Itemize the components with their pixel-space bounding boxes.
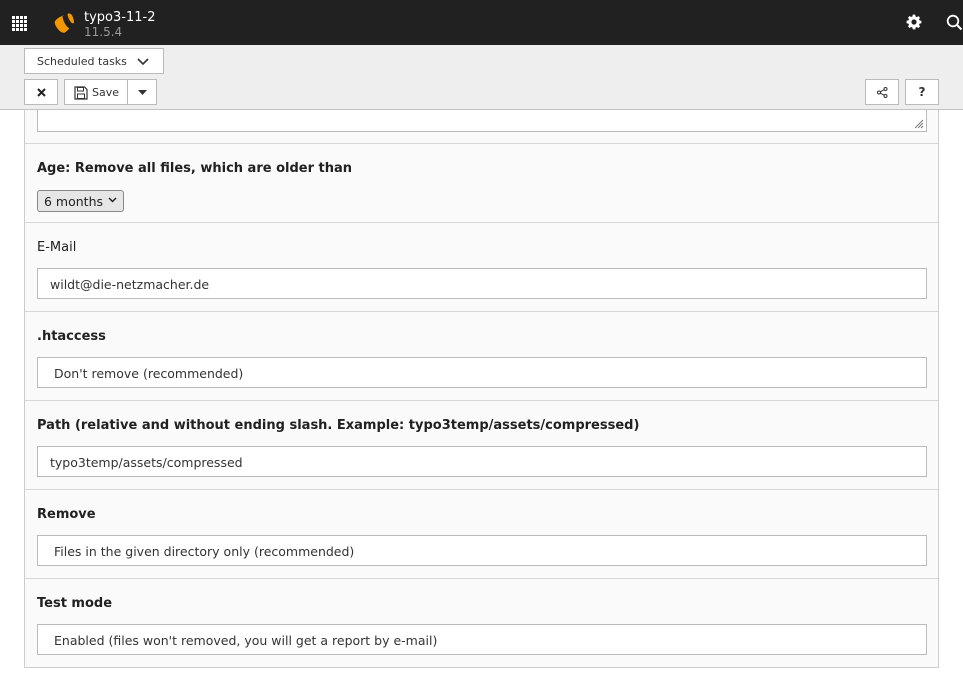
save-options-dropdown[interactable] — [127, 79, 157, 105]
remove-section: Remove Files in the given directory only… — [25, 489, 938, 578]
path-section: Path (relative and without ending slash.… — [25, 400, 938, 489]
age-select[interactable]: 6 months — [37, 190, 124, 212]
age-label: Age: Remove all files, which are older t… — [37, 161, 353, 176]
htaccess-select[interactable]: Don't remove (recommended) — [37, 357, 927, 388]
email-label: E-Mail — [37, 240, 77, 255]
form-content: Age: Remove all files, which are older t… — [24, 110, 939, 668]
share-button[interactable] — [865, 79, 899, 105]
save-label: Save — [92, 86, 120, 99]
site-name[interactable]: typo3-11-2 — [84, 10, 155, 25]
age-select-value: 6 months — [44, 194, 104, 209]
htaccess-section: .htaccess Don't remove (recommended) — [25, 311, 938, 400]
path-field[interactable]: typo3temp/assets/compressed — [37, 446, 927, 477]
module-menu-value: Scheduled tasks — [37, 55, 127, 68]
close-button[interactable] — [24, 79, 58, 105]
close-icon — [37, 88, 46, 97]
htaccess-label: .htaccess — [37, 329, 106, 344]
textarea-section — [25, 110, 938, 144]
path-label: Path (relative and without ending slash.… — [37, 418, 640, 433]
remove-select[interactable]: Files in the given directory only (recom… — [37, 535, 927, 566]
age-section: Age: Remove all files, which are older t… — [25, 143, 938, 222]
testmode-select[interactable]: Enabled (files won't removed, you will g… — [37, 624, 927, 655]
email-section: E-Mail wildt@die-netzmacher.de — [25, 222, 938, 311]
typo3-logo-icon[interactable] — [52, 11, 76, 39]
gear-icon[interactable] — [905, 13, 923, 35]
help-button[interactable]: ? — [905, 79, 939, 105]
save-icon — [74, 86, 88, 100]
site-version: 11.5.4 — [84, 25, 123, 39]
search-icon[interactable] — [946, 14, 963, 35]
textarea-field[interactable] — [37, 110, 927, 132]
module-menu-select[interactable]: Scheduled tasks — [24, 48, 164, 74]
remove-label: Remove — [37, 507, 96, 522]
resize-handle-icon[interactable] — [914, 119, 924, 129]
share-icon — [877, 87, 888, 98]
chevron-down-icon — [108, 197, 117, 203]
apps-grid-icon[interactable] — [12, 16, 27, 31]
testmode-section: Test mode Enabled (files won't removed, … — [25, 578, 938, 667]
top-bar: typo3-11-2 11.5.4 — [0, 0, 963, 45]
doc-header: Scheduled tasks Save ? — [0, 45, 963, 110]
save-button[interactable]: Save — [64, 79, 128, 105]
caret-down-icon — [138, 90, 147, 95]
email-field[interactable]: wildt@die-netzmacher.de — [37, 268, 927, 299]
chevron-down-icon — [137, 56, 149, 69]
testmode-label: Test mode — [37, 596, 113, 611]
